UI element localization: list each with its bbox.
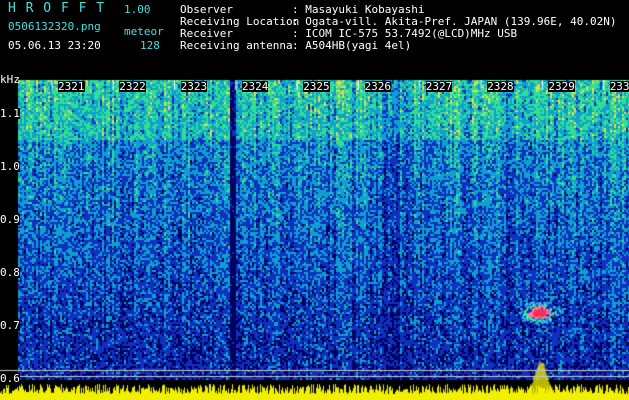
x-tick-label: 2330 — [609, 81, 629, 92]
info-value: : A504HB(yagi 4el) — [292, 39, 412, 52]
x-tick-label: 2324 — [241, 80, 269, 93]
datetime-label: 05.06.13 23:20 — [8, 39, 101, 52]
y-tick-label: 1.0 — [0, 160, 20, 174]
y-tick-label: 0.9 — [0, 213, 20, 227]
y-tick-label: 0.6 — [0, 372, 20, 386]
x-tick-label: 2322 — [119, 80, 146, 93]
info-label: Receiving antenna — [180, 39, 293, 52]
x-tick-label: 2326 — [364, 80, 391, 93]
y-tick-label: 0.7 — [0, 319, 20, 333]
station-info: Observer : Masayuki Kobayashi Receiving … — [180, 4, 617, 52]
app-version: 1.00 — [124, 3, 151, 16]
x-tick-label: 2321 — [58, 80, 85, 93]
count-label: 128 — [140, 39, 160, 52]
info-row-antenna: Receiving antenna : A504HB(yagi 4el) — [180, 40, 617, 52]
x-tick-label: 2329 — [548, 80, 575, 93]
y-axis-label: kHz — [0, 73, 20, 86]
x-tick-label: 2328 — [487, 80, 514, 93]
app-name: H R O F F T — [8, 1, 106, 16]
mode-label: meteor — [124, 25, 164, 38]
spectrogram-canvas — [0, 0, 629, 400]
x-tick-label: 2327 — [425, 80, 453, 93]
x-tick-label: 2323 — [180, 80, 208, 93]
y-tick-label: 1.1 — [0, 107, 20, 121]
x-tick-label: 2325 — [303, 80, 330, 93]
filename-label: 0506132320.png — [8, 20, 101, 33]
y-tick-label: 0.8 — [0, 266, 20, 280]
